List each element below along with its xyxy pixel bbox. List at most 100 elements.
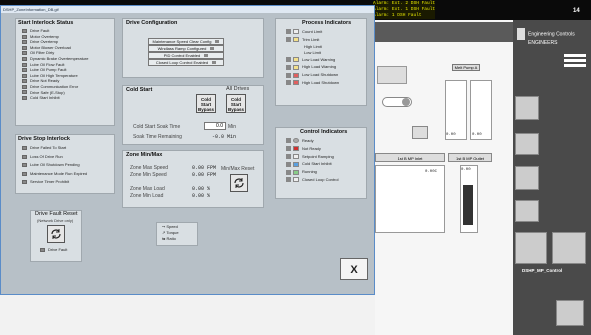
not-ready-icon: [293, 146, 299, 152]
list-item: Lube Oil Shutdown Pending: [22, 161, 87, 170]
config-windlass-ramp: Windlass Ramp Configured: [148, 45, 224, 52]
zone-min-speed-value: 0.00 FPM: [192, 172, 217, 178]
config-maintenance-speed: Maintenance Speed Clear Config: [148, 38, 224, 45]
count-limit-icon: [293, 29, 299, 35]
ramping-icon: [293, 154, 299, 160]
refresh-icon: [51, 229, 61, 239]
control-indicators-list: Ready Not Ready Setpoint Ramping Cold St…: [286, 137, 338, 184]
overview-tile[interactable]: [515, 166, 539, 190]
min-max-reset-button[interactable]: [230, 174, 248, 192]
config-pid-control: PID Control Enabled: [148, 52, 224, 59]
window-title: DSHP_ZoneInformation_DB.gif: [1, 6, 374, 13]
eye-icon[interactable]: [515, 200, 539, 222]
soak-time-unit: Min: [228, 124, 237, 130]
refresh-icon: [234, 178, 244, 188]
indicator-item: Trim Limit: [286, 36, 339, 44]
process-header-band: [375, 22, 513, 42]
indicator-item: Ready: [286, 137, 338, 145]
outlet-label[interactable]: 1st B MP Outlet: [448, 153, 492, 162]
start-interlock-title: Start Interlock Status: [18, 20, 74, 26]
zone-max-speed-value: 0.00 FPM: [192, 165, 217, 171]
zone-max-load-value: 0.00 %: [192, 186, 211, 192]
control-indicators-title: Control Indicators: [300, 129, 348, 135]
menu-icon[interactable]: [564, 52, 586, 70]
alarm-list[interactable]: Alarm: Ext. 2 DSH Fault Alarm: Ext. 1 DS…: [373, 1, 436, 19]
indicator-item: Count Limit: [286, 28, 339, 36]
drive-fault-reset-button[interactable]: [47, 225, 65, 243]
indicator-item: Low Load Warning: [286, 56, 339, 64]
engineering-controls-label: Engineering Controls: [528, 31, 575, 38]
start-interlock-list: Drive Fault Motor Overtemp Drive Overtem…: [22, 28, 88, 101]
list-item: Cold Start Inhibit: [22, 95, 88, 101]
shutdown-icon: [293, 80, 299, 86]
engineers-label: ENGINEERS: [528, 40, 558, 46]
alarm-count: 14: [573, 8, 580, 14]
readout-2: 0.00: [472, 133, 482, 137]
legend-item: ⇆ Ratio: [162, 236, 176, 241]
curve-tile-icon[interactable]: [552, 232, 586, 264]
drive-stop-list: Drive Failed To Start Loss Of Drive Run …: [22, 144, 87, 187]
drive-stop-title: Drive Stop Interlock: [18, 136, 70, 142]
drive-config-title: Drive Configuration: [126, 20, 178, 26]
cold-start-icon: [293, 161, 299, 167]
indicator-item: High Load Warning: [286, 63, 339, 71]
zone-min-speed-label: Zone Min Speed: [130, 172, 167, 178]
engineering-controls[interactable]: Engineering Controls ENGINEERS: [517, 28, 575, 47]
ready-icon: [293, 138, 299, 144]
indicator-item: Setpoint Ramping: [286, 153, 338, 161]
trend-value: 0.00C: [425, 170, 438, 174]
zone-max-speed-label: Zone Max Speed: [130, 165, 169, 171]
indicator-item: Running: [286, 168, 338, 176]
trim-limit-icon: [293, 37, 299, 43]
list-item: Maintenance Mode Run Expired: [22, 170, 87, 179]
min-max-reset-label: Min/Max Reset: [221, 166, 255, 172]
all-drives-label: All Drives: [226, 86, 250, 92]
settings-tile-icon[interactable]: [556, 300, 584, 326]
valve-tile[interactable]: [377, 66, 407, 84]
gauge-tile[interactable]: [515, 133, 539, 155]
toggle-knob-icon: [402, 98, 410, 106]
gauge-right: [470, 80, 492, 140]
trend-tile-icon[interactable]: [515, 232, 547, 264]
zone-max-load-label: Zone Max Load: [130, 186, 165, 192]
warning-icon: [293, 57, 299, 63]
legend-list: ⤳ Speed ↗ Torque ⇆ Ratio: [162, 224, 179, 242]
readout-1: 0.00: [446, 133, 456, 137]
process-indicators-title: Process Indicators: [302, 20, 352, 26]
config-closed-loop: Closed Loop Control Enabled: [148, 59, 224, 66]
process-small-button[interactable]: [412, 126, 428, 139]
warning-icon: [293, 64, 299, 70]
zone-min-max-title: Zone Min/Max: [126, 152, 163, 158]
trend-chart: [375, 165, 445, 233]
soak-time-input[interactable]: 0.0: [204, 122, 226, 130]
indicator-item: Cold Start Inhibit: [286, 160, 338, 168]
drive-fault-reset-sub: (Network Drive only): [37, 218, 74, 223]
cold-start-title: Cold Start: [126, 87, 153, 93]
outlet-gauge-bar: [463, 185, 473, 225]
cold-start-bypass-all-button[interactable]: Cold Start Bypass: [226, 94, 246, 113]
gauge-left: [445, 80, 467, 140]
melt-pump-label[interactable]: Melt Pump A: [452, 64, 480, 71]
drive-fault-reset-title: Drive Fault Reset: [35, 211, 78, 217]
user-icon: [517, 28, 525, 40]
soak-time-label: Cold Start Soak Time: [133, 124, 181, 130]
indicator-item: Not Ready: [286, 145, 338, 153]
drive-fault-indicator: Drive Fault: [40, 247, 67, 253]
soak-remaining-label: Soak Time Remaining: [133, 134, 182, 140]
close-button[interactable]: X: [340, 258, 368, 280]
soak-remaining-value: -0.0 Min: [212, 134, 237, 140]
process-indicators-list: Count Limit Trim Limit High Limit Low Li…: [286, 28, 339, 87]
list-item: Service Timer Prohibit: [22, 178, 87, 187]
indicator-item: High Load Shutdown: [286, 79, 339, 87]
cold-start-bypass-button[interactable]: Cold Start Bypass: [196, 94, 216, 113]
zone-min-load-value: 0.00 %: [192, 193, 211, 199]
list-item: Drive Failed To Start: [22, 144, 87, 153]
equipment-tile[interactable]: [515, 96, 539, 120]
indicator-item: Low Load Shutdown: [286, 71, 339, 79]
closed-loop-icon: [293, 177, 299, 183]
inlet-label[interactable]: 1st B MP Inlet: [375, 153, 445, 162]
dshp-label[interactable]: DSHP_MP_Control: [522, 268, 562, 273]
alarm-item[interactable]: Alarm: 1 DSH Fault: [373, 13, 436, 19]
indicator-item: Closed Loop Control: [286, 176, 338, 184]
zone-min-load-label: Zone Min Load: [130, 193, 164, 199]
